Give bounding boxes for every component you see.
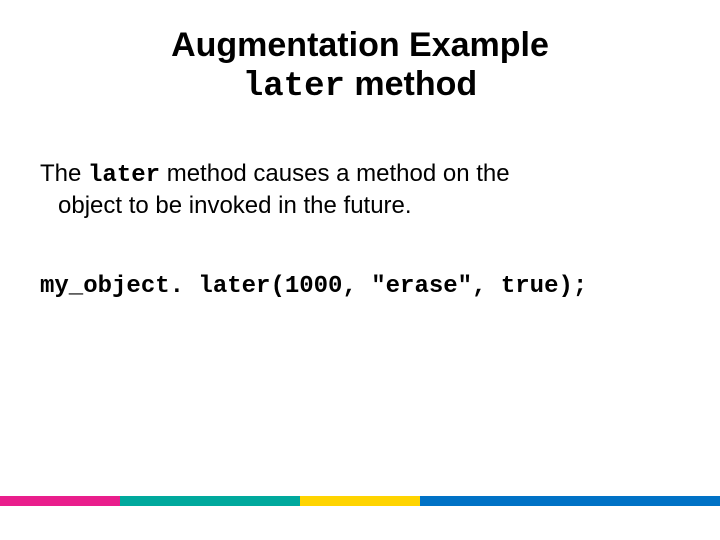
stripe-teal bbox=[120, 496, 300, 506]
title-line1: Augmentation Example bbox=[171, 26, 549, 64]
slide-title: Augmentation Example later method bbox=[40, 26, 680, 107]
desc-continuation: object to be invoked in the future. bbox=[40, 191, 680, 221]
footer-stripe bbox=[0, 496, 720, 506]
title-later-mono: later bbox=[243, 68, 345, 106]
title-line2-rest: method bbox=[345, 65, 477, 103]
slide: Augmentation Example later method The la… bbox=[0, 0, 720, 540]
desc-later-mono: later bbox=[88, 162, 160, 189]
desc-mid: method causes a method on the bbox=[160, 160, 510, 187]
stripe-yellow bbox=[300, 496, 420, 506]
stripe-blue bbox=[420, 496, 720, 506]
description-paragraph: The later method causes a method on the … bbox=[40, 159, 680, 221]
code-example: my_object. later(1000, "erase", true); bbox=[40, 273, 680, 300]
stripe-pink bbox=[0, 496, 120, 506]
desc-pre: The bbox=[40, 160, 88, 187]
